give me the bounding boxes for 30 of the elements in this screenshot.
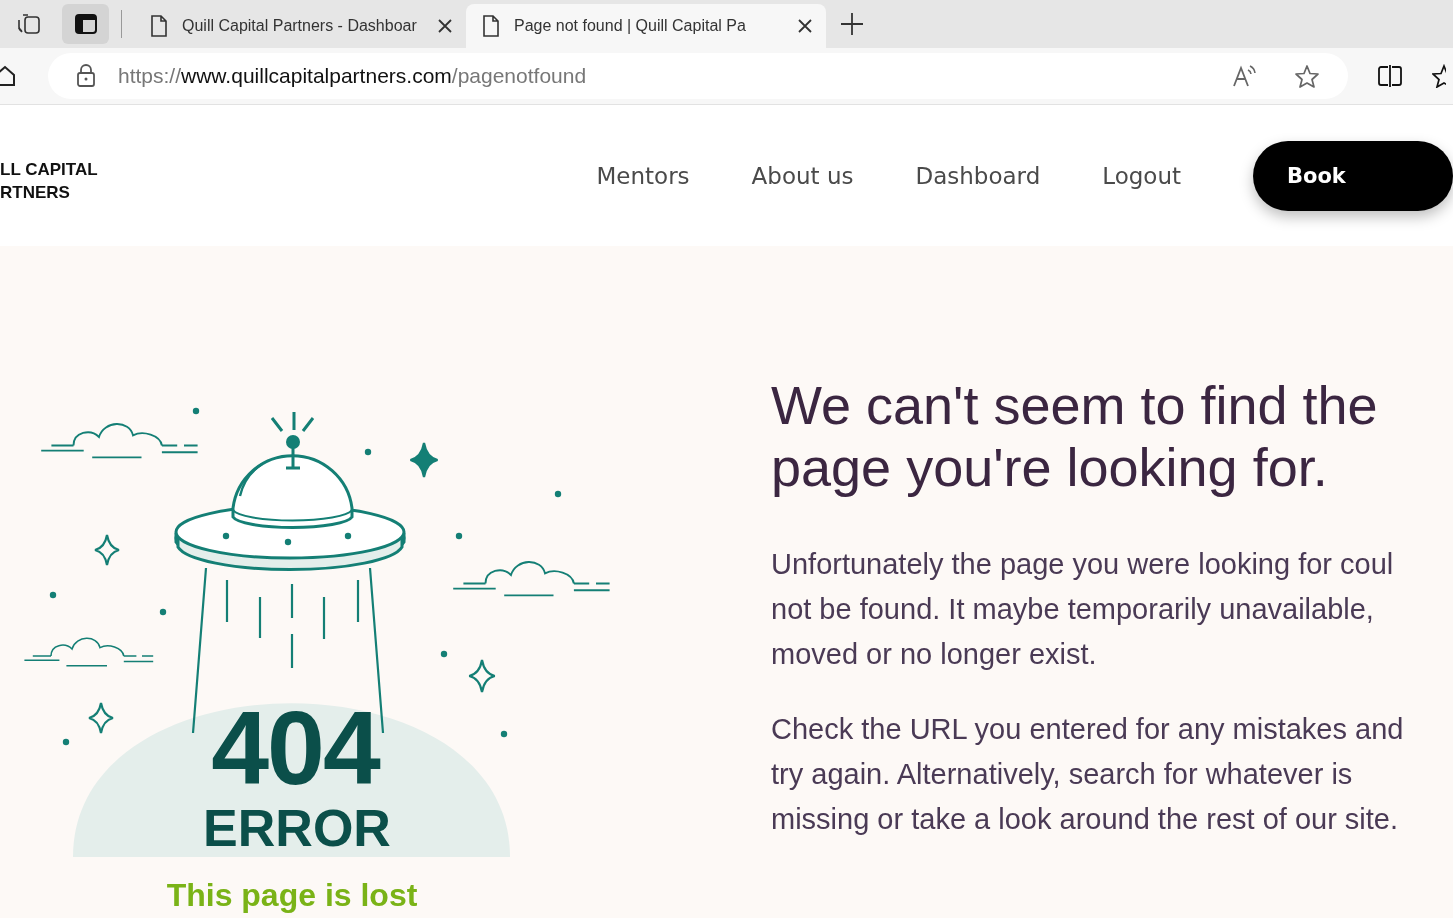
body-paragraph: Check the URL you entered for any mistakes and try again. Alternatively, search for whatever is missing or take a look around the rest of our site. (771, 712, 1404, 837)
page-heading: We can't seem to find the page you're looking for. (771, 374, 1379, 498)
favorites-icon[interactable] (1432, 64, 1446, 88)
lock-icon[interactable] (76, 64, 96, 88)
nav-link[interactable]: Logout (1102, 162, 1181, 189)
read-aloud-icon[interactable] (1232, 64, 1258, 88)
close-icon[interactable] (798, 19, 812, 33)
book-button[interactable]: Book (1253, 140, 1453, 211)
error-code: 404 (210, 696, 381, 800)
vertical-tabs-icon (74, 14, 97, 34)
home-icon[interactable] (0, 65, 16, 87)
url-text: https://www.quillcapitalpartners.com/pagenotfound (118, 64, 588, 88)
split-screen-icon[interactable] (1377, 64, 1403, 88)
tab-collections-icon[interactable] (16, 12, 42, 36)
nav-link[interactable]: About us (751, 162, 854, 189)
logo-text[interactable]: LL CAPITAL RTNERS (0, 157, 541, 204)
page-icon (480, 15, 502, 37)
nav-link[interactable]: Dashboard (915, 162, 1041, 189)
page-icon (148, 15, 170, 37)
error-label: ERROR (202, 802, 392, 854)
body-paragraph: Unfortunately the page you were looking for coul not be found. It maybe temporarily unavailable, moved or no longer exist. (771, 547, 1395, 672)
browser-tab[interactable]: Quill Capital Partners - Dashboar (134, 4, 466, 48)
tab-actions-button[interactable] (62, 4, 109, 44)
browser-tab[interactable]: Page not found | Quill Capital Pa (466, 4, 826, 48)
address-bar[interactable]: https://www.quillcapitalpartners.com/pagenotfound (48, 53, 1348, 99)
nav-link[interactable]: Mentors (596, 162, 690, 189)
new-tab-icon[interactable] (840, 12, 864, 36)
favorite-star-icon[interactable] (1294, 63, 1320, 89)
close-icon[interactable] (438, 19, 452, 33)
lost-caption: This page is lost (165, 879, 419, 911)
